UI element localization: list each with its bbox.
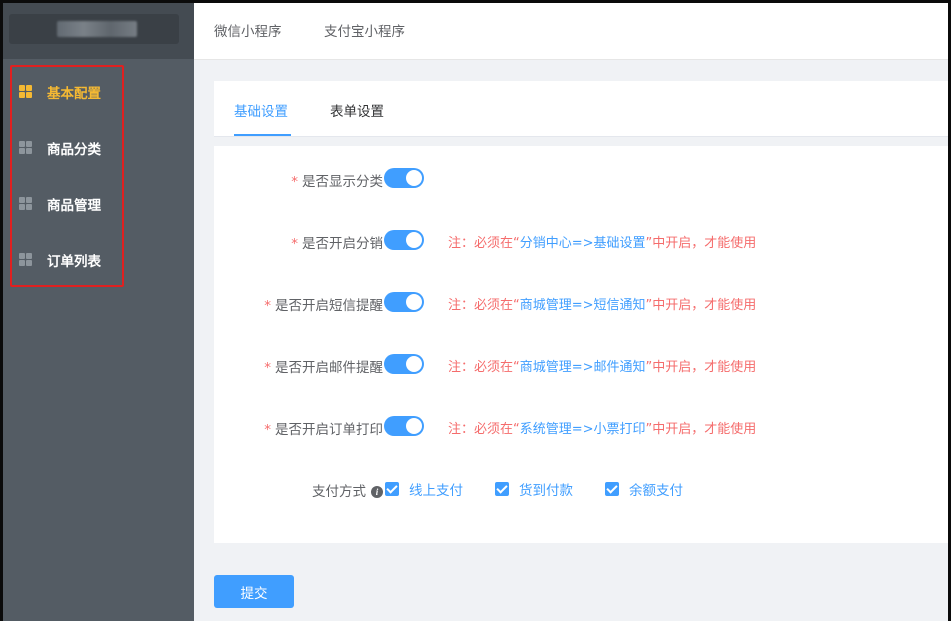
checkbox-checked-icon [385,482,399,496]
sidebar-item-product-category[interactable]: 商品分类 [10,119,124,175]
tab-form-settings[interactable]: 表单设置 [330,100,384,120]
sidebar-item-label: 商品分类 [47,142,101,158]
distribution-switch[interactable] [384,230,424,250]
sidebar-item-label: 商品管理 [47,198,101,214]
note-text: 注：必须在“分销中心=>基础设置”中开启，才能使用 [448,232,756,251]
note-prefix: 注：必须在“ [448,360,520,375]
tab-wechat-miniprogram[interactable]: 微信小程序 [214,20,282,40]
note-path: 商城管理=>邮件通知 [519,360,646,375]
note-prefix: 注：必须在“ [448,422,520,437]
checkbox-balance-pay[interactable]: 余额支付 [605,479,683,499]
grid-icon [19,85,32,98]
grid-icon [19,141,32,154]
note-text: 注：必须在“系统管理=>小票打印”中开启，才能使用 [448,418,756,437]
checkbox-label: 余额支付 [629,483,683,499]
required-mark: * [291,174,298,190]
submit-button[interactable]: 提交 [214,575,294,608]
form-label: * 是否开启短信提醒 [264,294,383,314]
checkbox-online-pay[interactable]: 线上支付 [385,479,463,499]
required-mark: * [264,360,271,376]
settings-form: * 是否显示分类 * 是否开启分销 注：必须在“分销中心=>基础设置”中开启，才能使… [214,146,948,543]
form-label: * 是否开启订单打印 [264,418,383,438]
tab-basic-settings[interactable]: 基础设置 [234,100,288,120]
grid-icon [19,253,32,266]
sidebar-item-product-management[interactable]: 商品管理 [10,175,124,231]
note-path: 分销中心=>基础设置 [519,236,646,251]
checkbox-label: 线上支付 [409,483,463,499]
note-path: 系统管理=>小票打印 [519,422,646,437]
email-reminder-switch[interactable] [384,354,424,374]
checkbox-checked-icon [605,482,619,496]
required-mark: * [264,422,271,438]
note-path: 商城管理=>短信通知 [519,298,646,313]
app-frame: 基本配置 商品分类 商品管理 订单列表 微信小程序 支付宝小程序 基础设置 表单… [3,3,948,621]
show-category-switch[interactable] [384,168,424,188]
form-row-distribution: * 是否开启分销 注：必须在“分销中心=>基础设置”中开启，才能使用 [214,228,948,254]
form-label: * 是否开启邮件提醒 [264,356,383,376]
note-prefix: 注：必须在“ [448,298,520,313]
form-row-show-category: * 是否显示分类 [214,166,948,192]
active-tab-indicator [234,134,291,136]
note-suffix: ”中开启，才能使用 [645,360,757,375]
form-label: 支付方式 i [312,480,383,500]
form-label: * 是否显示分类 [291,170,383,190]
form-row-email-reminder: * 是否开启邮件提醒 注：必须在“商城管理=>邮件通知”中开启，才能使用 [214,352,948,378]
required-mark: * [264,298,271,314]
form-label-text: 是否开启短信提醒 [275,298,383,314]
form-label-text: 支付方式 [312,484,366,500]
logo-bar [3,3,194,59]
sms-reminder-switch[interactable] [384,292,424,312]
note-prefix: 注：必须在“ [448,236,520,251]
note-text: 注：必须在“商城管理=>短信通知”中开启，才能使用 [448,294,756,313]
form-label-text: 是否开启邮件提醒 [275,360,383,376]
note-suffix: ”中开启，才能使用 [645,422,757,437]
form-label-text: 是否开启订单打印 [275,422,383,438]
checkbox-checked-icon [495,482,509,496]
sidebar-item-basic-config[interactable]: 基本配置 [10,63,124,119]
form-row-sms-reminder: * 是否开启短信提醒 注：必须在“商城管理=>短信通知”中开启，才能使用 [214,290,948,316]
tab-alipay-miniprogram[interactable]: 支付宝小程序 [324,20,405,40]
form-row-payment-method: 支付方式 i 线上支付 货到付款 余额支付 [214,476,948,502]
order-print-switch[interactable] [384,416,424,436]
top-tab-bar: 微信小程序 支付宝小程序 [194,3,948,60]
note-suffix: ”中开启，才能使用 [645,298,757,313]
note-suffix: ”中开启，才能使用 [645,236,757,251]
form-label: * 是否开启分销 [291,232,383,252]
checkbox-label: 货到付款 [519,483,573,499]
info-icon[interactable]: i [371,486,383,498]
form-row-order-print: * 是否开启订单打印 注：必须在“系统管理=>小票打印”中开启，才能使用 [214,414,948,440]
form-label-text: 是否开启分销 [302,236,383,252]
sidebar: 基本配置 商品分类 商品管理 订单列表 [3,3,194,621]
grid-icon [19,197,32,210]
form-label-text: 是否显示分类 [302,174,383,190]
settings-tabs: 基础设置 表单设置 [214,81,948,137]
sidebar-item-label: 订单列表 [47,254,101,270]
sidebar-item-label: 基本配置 [47,86,101,102]
note-text: 注：必须在“商城管理=>邮件通知”中开启，才能使用 [448,356,756,375]
logo-blurred-text [57,21,137,37]
required-mark: * [291,236,298,252]
sidebar-item-order-list[interactable]: 订单列表 [10,231,124,287]
checkbox-cash-on-delivery[interactable]: 货到付款 [495,479,573,499]
